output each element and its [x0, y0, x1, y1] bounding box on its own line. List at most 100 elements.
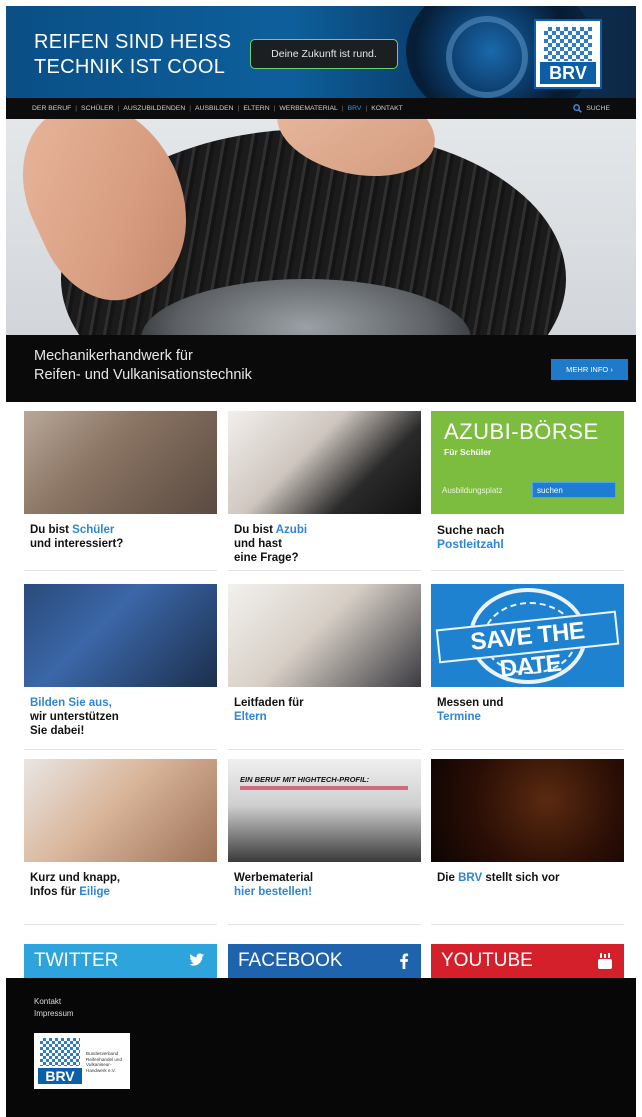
azubi-field-label: Ausbildungsplatz [442, 486, 503, 495]
azubi-subtitle: Für Schüler [444, 447, 492, 457]
caption-highlight: Schüler [72, 524, 115, 536]
nav-item-schueler[interactable]: SCHÜLER | [81, 105, 123, 112]
parents-photo [228, 584, 421, 687]
nav-item-ausbilden[interactable]: AUSBILDEN | [195, 105, 243, 112]
hero-banner: Mechanikerhandwerk für Reifen- und Vulka… [6, 335, 636, 402]
brochure-photo: EIN BERUF MIT HIGHTECH-PROFIL: [228, 759, 421, 862]
hero-image [6, 119, 636, 335]
divider [24, 570, 217, 571]
nav-label: DER BERUF [32, 105, 72, 112]
watch-photo [24, 759, 217, 862]
caption-text: eine Frage? [234, 552, 299, 564]
nav-item-brv[interactable]: BRV | [348, 105, 372, 112]
caption-highlight: BRV [458, 872, 483, 884]
caption-text: Infos für [30, 886, 80, 898]
footer-logo-description: Bundesverband Reifenhandel und Vulkanise… [86, 1051, 123, 1073]
tile-caption: Werbematerial hier bestellen! [234, 871, 419, 899]
tile-caption: Messen und Termine [437, 696, 622, 724]
footer-link-kontakt[interactable]: Kontakt [34, 996, 74, 1008]
header-slogan: REIFEN SIND HEISS TECHNIK IST COOL [34, 30, 231, 80]
caption-text: Suche nach [437, 523, 505, 537]
caption-highlight: Eilige [79, 886, 110, 898]
caption-highlight: Postleitzahl [437, 537, 504, 551]
hero-caption-line-2: Reifen- und Vulkanisationstechnik [34, 367, 252, 383]
save-the-date-graphic: SAVE THE DATE [431, 584, 624, 687]
twitter-label: TWITTER [34, 950, 119, 971]
tile-caption: Suche nach Postleitzahl [437, 523, 622, 551]
divider [431, 570, 624, 571]
footer-link-impressum[interactable]: Impressum [34, 1008, 74, 1020]
footer-brv-logo[interactable]: BRV Bundesverband Reifenhandel und Vulka… [34, 1033, 130, 1089]
caption-text: wir unterstützen [30, 711, 119, 723]
twitter-bird-icon [189, 953, 205, 966]
caption-text: Kurz und knapp, [30, 872, 121, 884]
facebook-label: FACEBOOK [238, 950, 343, 971]
caption-text: und interessiert? [30, 538, 124, 550]
youtube-icon [598, 953, 612, 969]
divider [431, 924, 624, 925]
brv-logo[interactable]: BRV [534, 19, 602, 89]
nav-label: AUSBILDEN [195, 105, 234, 112]
twitter-button[interactable]: TWITTER [24, 944, 217, 978]
logo-pattern-icon [544, 27, 592, 61]
caption-text: und hast [234, 538, 282, 550]
nav-item-eltern[interactable]: ELTERN | [243, 105, 279, 112]
tile-caption: Leitfaden für Eltern [234, 696, 419, 724]
nav-label: AUSZUBILDENDEN [123, 105, 186, 112]
hero-caption: Mechanikerhandwerk für Reifen- und Vulka… [34, 347, 252, 385]
caption-text: stellt sich vor [482, 872, 560, 884]
hero-caption-line-1: Mechanikerhandwerk für [34, 348, 193, 364]
nav-label: ELTERN [243, 105, 270, 112]
caption-highlight: Termine [437, 711, 481, 723]
footer-logo-text: BRV [38, 1068, 82, 1084]
nav-item-werbematerial[interactable]: WERBEMATERIAL | [279, 105, 347, 112]
brochure-headline: EIN BERUF MIT HIGHTECH-PROFIL: [240, 775, 370, 784]
tile-caption: Kurz und knapp, Infos für Eilige [30, 871, 215, 899]
caption-highlight: Azubi [275, 524, 308, 536]
nav-label: WERBEMATERIAL [279, 105, 338, 112]
logo-text: BRV [540, 62, 596, 84]
page: REIFEN SIND HEISS TECHNIK IST COOL Deine… [0, 0, 642, 1117]
workshop-photo [24, 584, 217, 687]
more-info-button[interactable]: MEHR INFO › [551, 359, 628, 380]
nav-item-auszubildenden[interactable]: AUSZUBILDENDEN | [123, 105, 195, 112]
nav-label: SCHÜLER [81, 105, 114, 112]
tyre-fire-photo [431, 759, 624, 862]
tile-caption: Bilden Sie aus, wir unterstützen Sie dab… [30, 696, 215, 738]
caption-text: Du bist [30, 524, 73, 536]
caption-text: Leitfaden für [234, 697, 304, 709]
footer-logo-pattern-icon [40, 1038, 80, 1066]
brochure-subline [240, 786, 408, 790]
tile-caption: Du bist Schüler und interessiert? [30, 523, 215, 551]
azubi-title: AZUBI-BÖRSE [444, 419, 599, 444]
slogan-line-1: REIFEN SIND HEISS [34, 31, 232, 53]
nav-item-kontakt[interactable]: KONTAKT [371, 105, 403, 112]
facebook-f-icon [400, 953, 409, 969]
apprentice-photo [228, 411, 421, 514]
student-photo [24, 411, 217, 514]
slogan-line-2: TECHNIK IST COOL [34, 56, 226, 78]
caption-text: Du bist [234, 524, 276, 536]
nav-item-der-beruf[interactable]: DER BERUF | [32, 105, 81, 112]
caption-highlight: Eltern [234, 711, 267, 723]
youtube-button[interactable]: YOUTUBE [431, 944, 624, 978]
divider [24, 749, 217, 750]
ausbildungsplatz-search-input[interactable] [532, 482, 616, 498]
azubi-boerse-box: AZUBI-BÖRSE Für Schüler Ausbildungsplatz [431, 411, 624, 514]
nav-search[interactable]: SUCHE [573, 98, 610, 119]
divider [24, 924, 217, 925]
main-nav: DER BERUF | SCHÜLER | AUSZUBILDENDEN | AUSB… [6, 98, 636, 119]
tile-caption: Die BRV stellt sich vor [437, 871, 622, 885]
divider [228, 570, 421, 571]
header-tagline: Deine Zukunft ist rund. [250, 39, 398, 69]
search-icon [573, 104, 583, 113]
divider [228, 749, 421, 750]
nav-label: BRV [347, 105, 362, 112]
divider [228, 924, 421, 925]
site-footer: Kontakt Impressum BRV Bundesverband Reif… [6, 978, 636, 1117]
facebook-button[interactable]: FACEBOOK [228, 944, 421, 978]
tile-caption: Du bist Azubi und hast eine Frage? [234, 523, 419, 565]
caption-text: Sie dabei! [30, 725, 85, 737]
caption-highlight: hier bestellen! [234, 886, 312, 898]
caption-text: Die [437, 872, 459, 884]
